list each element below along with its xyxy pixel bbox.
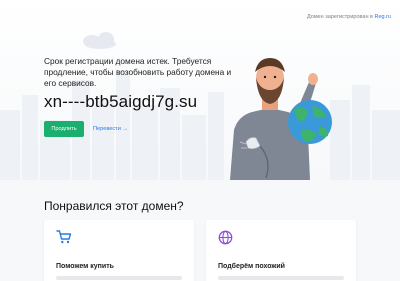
globe-icon	[218, 230, 233, 245]
extend-button[interactable]: Продлить	[44, 121, 84, 137]
bearded-man-illustration	[230, 58, 332, 180]
expired-message: Срок регистрации домена истек. Требуется…	[44, 56, 232, 89]
registrar-note-text: Домен зарегистрирован в	[307, 14, 373, 20]
transfer-link[interactable]: Перевести →	[93, 121, 128, 137]
domain-name: xn----btb5aigdj7g.su	[44, 92, 198, 111]
find-similar-card[interactable]: Подберём похожий	[206, 220, 356, 281]
buy-help-title: Поможем купить	[56, 263, 114, 270]
card-placeholder-line	[218, 276, 344, 280]
card-placeholder-line	[56, 276, 182, 280]
buy-help-card[interactable]: Поможем купить	[44, 220, 194, 281]
section-title: Понравился этот домен?	[44, 199, 184, 213]
find-similar-title: Подберём похожий	[218, 263, 285, 270]
cart-icon	[56, 230, 72, 244]
hero-section: Домен зарегистрирован в Reg.ru Срок реги…	[0, 0, 400, 180]
registrar-link[interactable]: Reg.ru	[374, 14, 391, 20]
registrar-note: Домен зарегистрирован в Reg.ru	[307, 14, 391, 20]
